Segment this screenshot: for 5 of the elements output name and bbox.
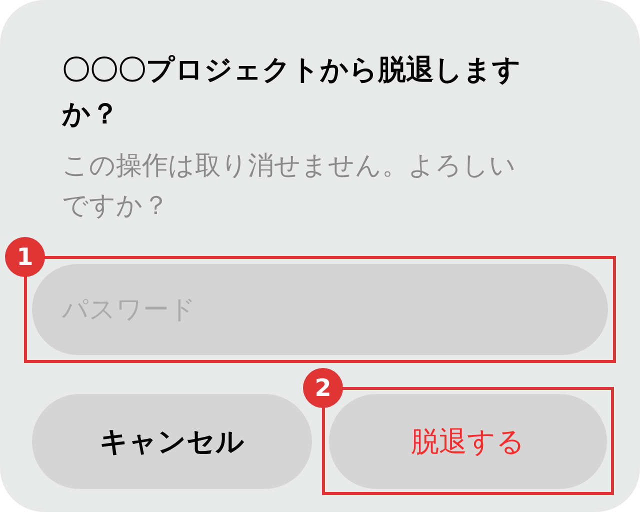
dialog-message: この操作は取り消せません。よろしいですか？ [62, 150, 517, 223]
dialog-title: 〇〇〇プロジェクトから脱退しますか？ [62, 52, 522, 132]
annotation-badge: 2 [303, 368, 343, 408]
annotation-badge: 1 [5, 237, 45, 277]
cancel-button[interactable]: キャンセル [32, 394, 312, 489]
